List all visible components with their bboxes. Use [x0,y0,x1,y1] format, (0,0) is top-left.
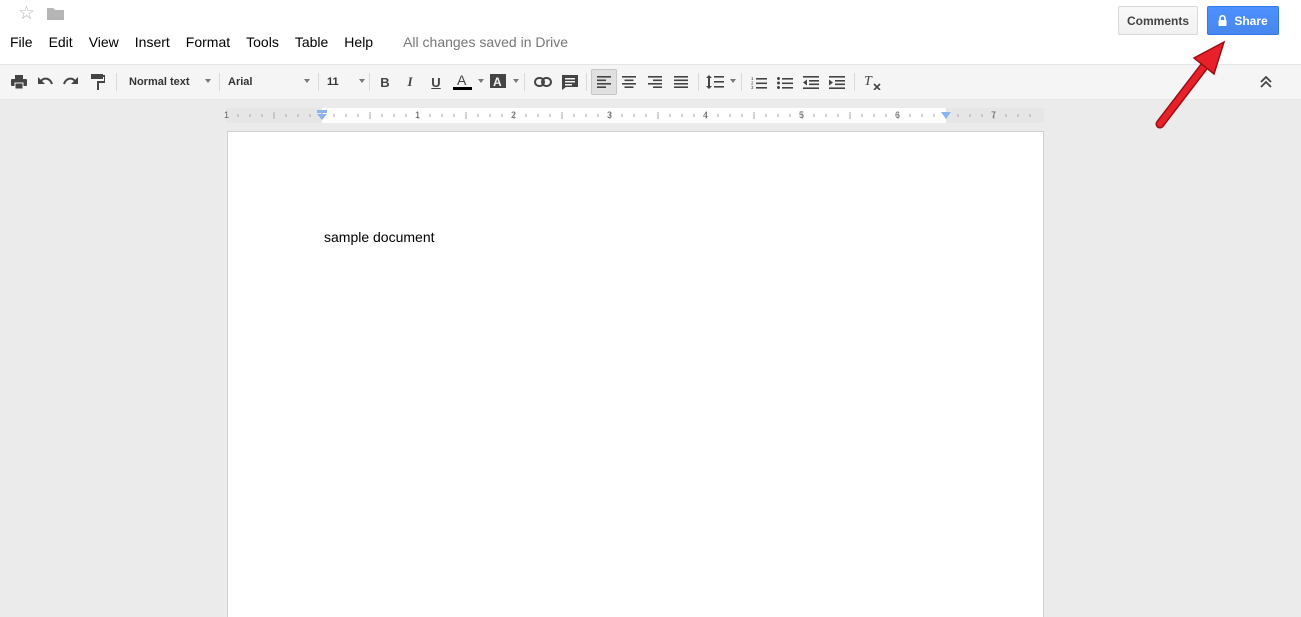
star-icon[interactable]: ☆ [18,4,35,24]
menu-file[interactable]: File [10,33,33,51]
undo-icon[interactable] [35,71,55,93]
font-size-dropdown[interactable]: 11 [327,71,339,93]
menu-tools[interactable]: Tools [246,33,279,51]
align-center-icon[interactable] [619,71,639,93]
ruler-number: 5 [799,110,805,120]
align-right-icon[interactable] [645,71,665,93]
chevron-down-icon[interactable] [730,79,736,83]
menu-bar: File Edit View Insert Format Tools Table… [10,33,568,51]
underline-icon[interactable]: U [426,71,446,93]
redo-icon[interactable] [61,71,81,93]
align-left-icon[interactable] [591,69,617,95]
horizontal-ruler[interactable]: 1 1 2 3 4 5 6 7 [224,108,1044,123]
paint-format-icon[interactable] [88,71,108,93]
text-color-icon[interactable]: A [451,71,473,93]
clear-formatting-icon[interactable]: T [861,71,883,93]
toolbar-divider [116,73,117,91]
right-indent-marker-icon[interactable] [940,112,952,120]
svg-text:A: A [457,73,467,88]
toolbar-divider [318,73,319,91]
toolbar-divider [524,73,525,91]
svg-text:3: 3 [751,85,754,89]
ruler-number: 1 [224,110,230,120]
numbered-list-icon[interactable]: 123 [749,71,769,93]
justify-icon[interactable] [671,71,691,93]
bold-icon[interactable]: B [375,71,395,93]
paragraph-style-dropdown[interactable]: Normal text [129,71,190,93]
share-label: Share [1234,13,1268,28]
comments-button[interactable]: Comments [1118,6,1198,35]
ruler-ticks [237,112,1031,119]
share-button[interactable]: Share [1207,6,1279,35]
toolbar-divider [741,73,742,91]
docs-header: ☆ File Edit View Insert Format Tools Tab… [0,0,1301,64]
folder-icon[interactable] [47,7,64,20]
menu-insert[interactable]: Insert [135,33,170,51]
decrease-indent-icon[interactable] [801,71,821,93]
toolbar-divider [854,73,855,91]
chevron-down-icon[interactable] [205,79,211,83]
italic-icon[interactable]: I [400,71,420,93]
ruler-number: 1 [415,110,421,120]
lock-icon [1218,15,1227,26]
bulleted-list-icon[interactable] [775,71,795,93]
menu-edit[interactable]: Edit [49,33,73,51]
toolbar-divider [369,73,370,91]
chevron-down-icon[interactable] [478,79,484,83]
menu-table[interactable]: Table [295,33,328,51]
increase-indent-icon[interactable] [827,71,847,93]
left-indent-marker-icon[interactable] [316,110,328,121]
ruler-number: 3 [607,110,613,120]
menu-view[interactable]: View [89,33,119,51]
svg-text:T: T [864,74,873,89]
annotation-arrow-icon [1155,40,1226,129]
line-spacing-icon[interactable] [704,71,726,93]
svg-text:A: A [493,75,502,89]
ruler-number: 4 [703,110,709,120]
chevron-down-icon[interactable] [359,79,365,83]
toolbar-divider [586,73,587,91]
chevron-down-icon[interactable] [513,79,519,83]
save-status: All changes saved in Drive [403,34,569,50]
chevron-down-icon[interactable] [304,79,310,83]
font-family-dropdown[interactable]: Arial [228,71,252,93]
menu-format[interactable]: Format [186,33,230,51]
document-body-text[interactable]: sample document [324,229,435,245]
collapse-menus-icon[interactable] [1256,71,1276,93]
ruler-number: 2 [511,110,517,120]
ruler-number: 6 [895,110,901,120]
toolbar-divider [219,73,220,91]
comment-icon[interactable] [559,71,581,93]
document-page[interactable]: sample document [227,131,1044,617]
print-icon[interactable] [9,71,29,93]
toolbar-divider [698,73,699,91]
highlight-color-icon[interactable]: A [487,71,509,93]
menu-help[interactable]: Help [344,33,373,51]
ruler-number: 7 [991,110,997,120]
link-icon[interactable] [532,71,554,93]
formatting-toolbar: Normal text Arial 11 B I U A A 123 T [0,64,1301,100]
